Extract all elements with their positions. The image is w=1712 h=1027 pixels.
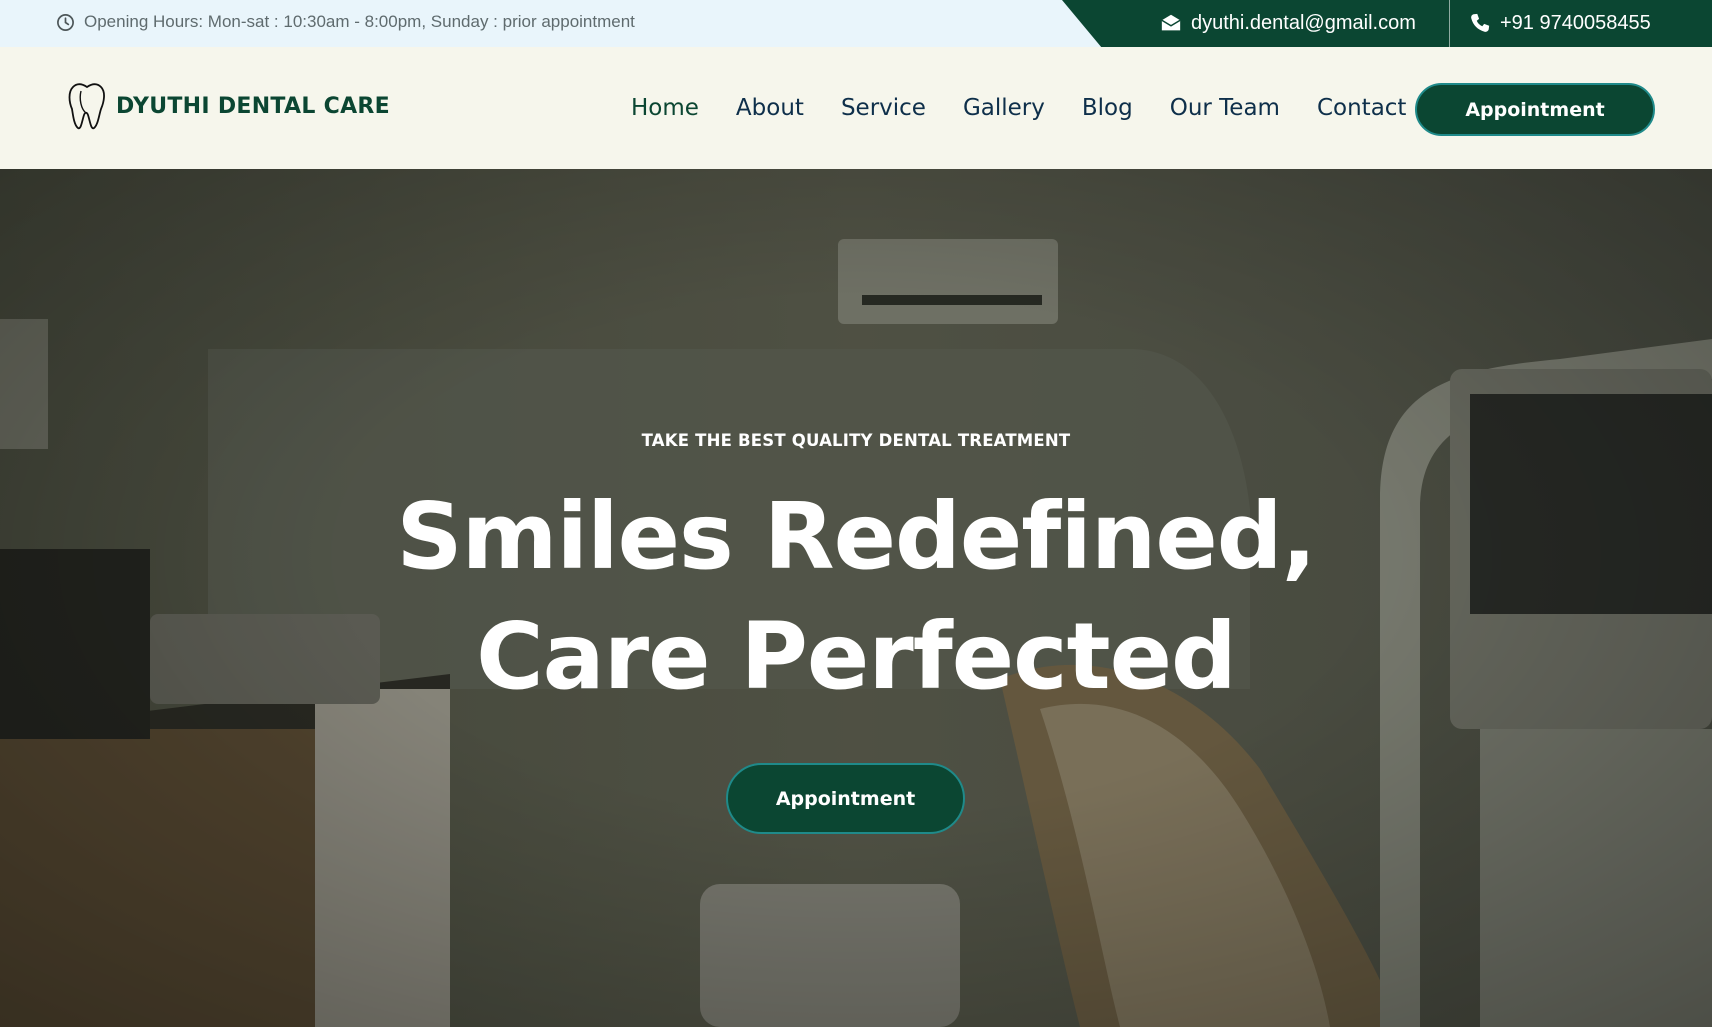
logo-text: DYUTHI DENTAL CARE xyxy=(116,93,390,119)
nav-our-team[interactable]: Our Team xyxy=(1170,95,1280,121)
hero-headline-line-1: Smiles Redefined, xyxy=(396,483,1316,590)
opening-hours-text: Opening Hours: Mon-sat : 10:30am - 8:00p… xyxy=(84,12,635,31)
phone-text: +91 9740058455 xyxy=(1500,11,1651,34)
nav-about[interactable]: About xyxy=(736,95,804,121)
hero-headline-line-2: Care Perfected xyxy=(476,603,1237,710)
clock-icon xyxy=(57,13,74,31)
hero-appointment-button[interactable]: Appointment xyxy=(726,763,965,834)
main-nav: Home About Service Gallery Blog Our Team… xyxy=(631,47,1406,169)
nav-contact[interactable]: Contact xyxy=(1317,95,1406,121)
nav-gallery[interactable]: Gallery xyxy=(963,95,1045,121)
hero-section: TAKE THE BEST QUALITY DENTAL TREATMENT S… xyxy=(0,169,1712,1027)
nav-blog[interactable]: Blog xyxy=(1082,95,1133,121)
hero-eyebrow: TAKE THE BEST QUALITY DENTAL TREATMENT xyxy=(641,431,1071,450)
phone-icon xyxy=(1471,13,1490,32)
email-link[interactable]: dyuthi.dental@gmail.com xyxy=(1160,0,1416,46)
hero-headline: Smiles Redefined, Care Perfected xyxy=(0,477,1712,717)
top-info-bar: Opening Hours: Mon-sat : 10:30am - 8:00p… xyxy=(0,0,1712,48)
envelope-icon xyxy=(1161,14,1181,31)
email-text: dyuthi.dental@gmail.com xyxy=(1191,11,1416,34)
contact-divider xyxy=(1449,0,1450,48)
logo[interactable]: DYUTHI DENTAL CARE xyxy=(64,81,390,131)
header-appointment-button[interactable]: Appointment xyxy=(1415,83,1655,136)
phone-link[interactable]: +91 9740058455 xyxy=(1469,0,1651,46)
opening-hours: Opening Hours: Mon-sat : 10:30am - 8:00p… xyxy=(56,0,635,44)
nav-service[interactable]: Service xyxy=(841,95,926,121)
tooth-icon xyxy=(68,83,105,130)
nav-home[interactable]: Home xyxy=(631,95,699,121)
main-header: DYUTHI DENTAL CARE Home About Service Ga… xyxy=(0,47,1712,169)
